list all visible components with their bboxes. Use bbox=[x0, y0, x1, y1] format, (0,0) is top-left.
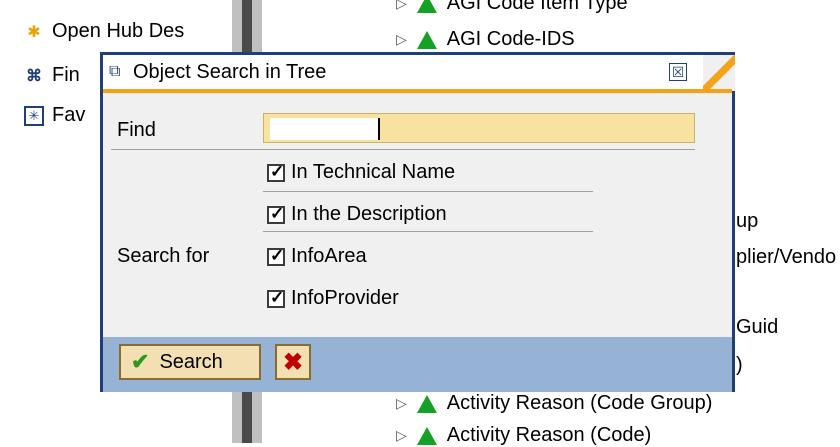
cancel-button[interactable]: ✖ bbox=[275, 344, 311, 380]
object-search-dialog: ⧉ Object Search in Tree ☒ Find In Techni… bbox=[100, 52, 735, 392]
checkbox-label: InfoArea bbox=[291, 245, 367, 267]
expand-icon[interactable]: ▷ bbox=[396, 395, 407, 412]
checkbox-technical-name[interactable]: In Technical Name bbox=[267, 161, 455, 184]
tree-item[interactable]: ▷ AGI Code Item Type bbox=[396, 0, 628, 15]
tree-item-label: AGI Code-IDS bbox=[446, 28, 575, 50]
checkmark-icon: ✔ bbox=[131, 349, 150, 374]
tree-item[interactable]: ) bbox=[736, 354, 743, 377]
tree-item[interactable]: Guid bbox=[736, 316, 778, 339]
tree-item-label: Activity Reason (Code Group) bbox=[446, 392, 713, 414]
tree-item-label: up bbox=[736, 210, 759, 232]
search-for-label: Search for bbox=[117, 245, 210, 267]
left-item-open-hub[interactable]: ✱ Open Hub Des bbox=[24, 20, 184, 43]
tree-item[interactable]: plier/Vendo bbox=[736, 246, 836, 269]
tree-item[interactable]: ▷ Activity Reason (Code Group) bbox=[396, 392, 712, 415]
binoculars-icon: ⌘ bbox=[26, 67, 42, 85]
close-icon[interactable]: ☒ bbox=[669, 63, 687, 81]
checkbox-icon[interactable] bbox=[267, 288, 285, 308]
tree-item-label: Guid bbox=[736, 316, 779, 338]
checkbox-icon[interactable] bbox=[267, 204, 285, 224]
find-label: Find bbox=[117, 119, 156, 141]
expand-icon[interactable]: ▷ bbox=[396, 31, 407, 48]
infoobject-icon bbox=[416, 30, 437, 49]
checkbox-label: In Technical Name bbox=[291, 161, 456, 183]
dialog-icon: ⧉ bbox=[109, 63, 121, 80]
tree-item-label: Activity Reason (Code) bbox=[446, 424, 652, 446]
checkbox-icon[interactable] bbox=[267, 246, 285, 266]
search-button[interactable]: ✔ Search bbox=[119, 344, 261, 380]
checkbox-icon[interactable] bbox=[267, 162, 285, 182]
tree-item-label: ) bbox=[736, 354, 743, 376]
checkbox-label: In the Description bbox=[291, 203, 447, 225]
left-item-label: Fav bbox=[52, 104, 86, 126]
left-item-find[interactable]: ⌘ Fin bbox=[24, 64, 80, 87]
left-item-label: Fin bbox=[52, 64, 80, 86]
left-item-favorites[interactable]: ✳ Fav bbox=[24, 104, 85, 127]
dialog-titlebar[interactable]: ⧉ Object Search in Tree ☒ bbox=[103, 55, 735, 93]
find-input[interactable] bbox=[263, 113, 695, 143]
expand-icon[interactable]: ▷ bbox=[396, 0, 407, 12]
cancel-icon: ✖ bbox=[282, 348, 304, 376]
tree-item-label: plier/Vendo bbox=[736, 246, 837, 268]
favorites-icon: ✳ bbox=[24, 105, 44, 126]
expand-icon[interactable]: ▷ bbox=[396, 427, 407, 444]
tree-item[interactable]: ▷ AGI Code-IDS bbox=[396, 28, 575, 51]
tree-item[interactable]: ▷ Activity Reason (Code) bbox=[396, 424, 651, 447]
infoobject-icon bbox=[416, 394, 437, 413]
infoobject-icon bbox=[416, 426, 437, 445]
search-button-label: Search bbox=[159, 350, 223, 373]
tree-item-label: AGI Code Item Type bbox=[446, 0, 628, 14]
infoobject-icon bbox=[416, 0, 437, 13]
tree-item[interactable]: up bbox=[736, 210, 758, 233]
checkbox-description[interactable]: In the Description bbox=[267, 203, 447, 226]
dialog-title: Object Search in Tree bbox=[133, 61, 327, 83]
open-hub-icon: ✱ bbox=[27, 23, 41, 41]
checkbox-infoprovider[interactable]: InfoProvider bbox=[267, 287, 399, 310]
checkbox-infoarea[interactable]: InfoArea bbox=[267, 245, 367, 268]
checkbox-label: InfoProvider bbox=[291, 287, 399, 309]
left-item-label: Open Hub Des bbox=[52, 20, 185, 42]
